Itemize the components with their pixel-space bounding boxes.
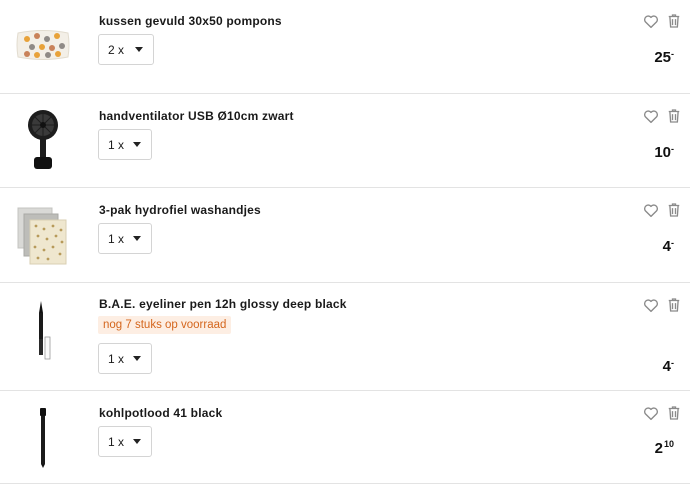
heart-icon[interactable]	[642, 404, 660, 422]
product-image-kohl-pencil[interactable]	[12, 407, 74, 469]
price-main: 4	[662, 238, 671, 255]
price-suffix: -	[671, 49, 674, 59]
caret-down-icon	[133, 439, 141, 444]
price-suffix: -	[671, 144, 674, 154]
cart-item-eyeliner: B.A.E. eyeliner pen 12h glossy deep blac…	[0, 283, 690, 391]
product-title[interactable]: kohlpotlood 41 black	[99, 406, 222, 420]
product-title[interactable]: kussen gevuld 30x50 pompons	[99, 14, 282, 28]
caret-down-icon	[135, 47, 143, 52]
heart-icon[interactable]	[642, 296, 660, 314]
cart-item-kohl-pencil: kohlpotlood 41 black 1 x 210	[0, 391, 690, 484]
item-price: 4-	[663, 238, 674, 255]
product-image-eyeliner[interactable]	[12, 299, 74, 365]
product-title[interactable]: B.A.E. eyeliner pen 12h glossy deep blac…	[99, 297, 347, 311]
price-main: 25	[654, 49, 671, 66]
quantity-value: 1 x	[108, 434, 125, 449]
price-suffix: -	[671, 358, 674, 368]
price-main: 2	[654, 440, 663, 457]
quantity-value: 1 x	[108, 137, 125, 152]
cart-item-cushion: kussen gevuld 30x50 pompons 2 x 25-	[0, 0, 690, 94]
price-main: 4	[662, 358, 671, 375]
item-price: 4-	[663, 358, 674, 375]
trash-icon[interactable]	[665, 296, 683, 314]
product-title[interactable]: handventilator USB Ø10cm zwart	[99, 109, 294, 123]
stock-badge: nog 7 stuks op voorraad	[98, 316, 232, 334]
product-image-washcloths[interactable]	[12, 202, 74, 268]
price-suffix: 10	[663, 439, 674, 449]
cart-item-hand-fan: handventilator USB Ø10cm zwart 1 x 10-	[0, 94, 690, 188]
item-price: 10-	[654, 144, 674, 161]
caret-down-icon	[133, 356, 141, 361]
caret-down-icon	[133, 236, 141, 241]
heart-icon[interactable]	[642, 107, 660, 125]
quantity-value: 1 x	[108, 231, 125, 246]
product-image-hand-fan[interactable]	[12, 106, 74, 174]
quantity-value: 1 x	[108, 351, 125, 366]
quantity-value: 2 x	[108, 42, 125, 57]
cart-item-washcloths: 3-pak hydrofiel washandjes 1 x 4-	[0, 188, 690, 283]
quantity-select[interactable]: 1 x	[98, 223, 152, 254]
price-suffix: -	[671, 238, 674, 248]
heart-icon[interactable]	[642, 201, 660, 219]
heart-icon[interactable]	[642, 12, 660, 30]
quantity-select[interactable]: 1 x	[98, 129, 152, 160]
trash-icon[interactable]	[665, 12, 683, 30]
quantity-select[interactable]: 1 x	[98, 426, 152, 457]
product-image-cushion[interactable]	[12, 22, 74, 68]
trash-icon[interactable]	[665, 201, 683, 219]
item-price: 25-	[654, 49, 674, 66]
quantity-select[interactable]: 1 x	[98, 343, 152, 374]
price-main: 10	[654, 144, 671, 161]
item-price: 210	[655, 439, 674, 457]
trash-icon[interactable]	[665, 107, 683, 125]
trash-icon[interactable]	[665, 404, 683, 422]
caret-down-icon	[133, 142, 141, 147]
cart-item-list: kussen gevuld 30x50 pompons 2 x 25- hand…	[0, 0, 690, 486]
quantity-select[interactable]: 2 x	[98, 34, 154, 65]
product-title[interactable]: 3-pak hydrofiel washandjes	[99, 203, 261, 217]
